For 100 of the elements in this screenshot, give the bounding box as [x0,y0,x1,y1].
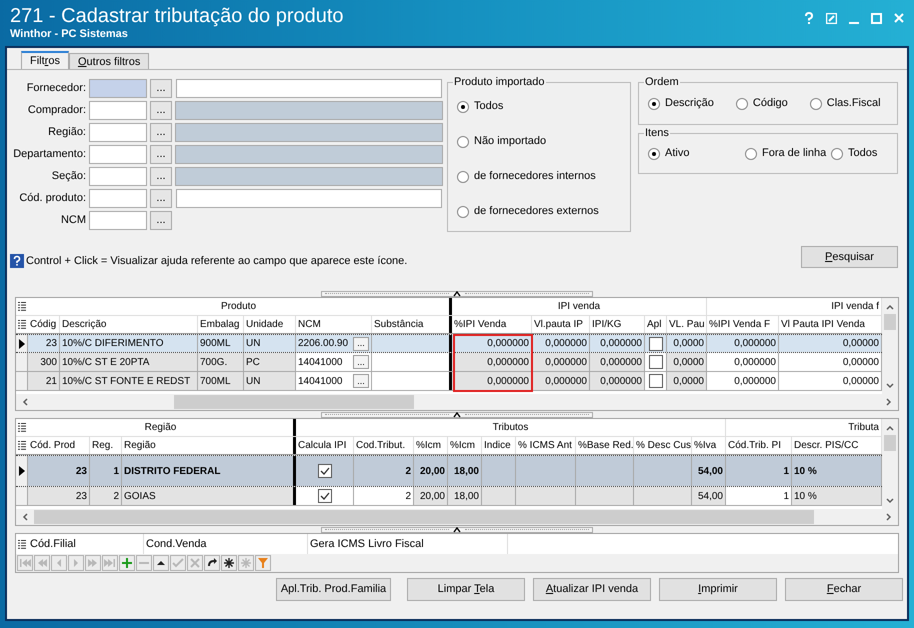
radio-button[interactable] [457,170,469,182]
column-header[interactable]: Cód. Prod [30,438,76,453]
column-chooser-icon[interactable] [18,423,26,432]
radio-button[interactable] [648,98,660,110]
horizontal-scrollbar[interactable] [16,509,898,525]
column-header[interactable]: %IPI Venda F [709,317,770,332]
column-header[interactable]: NCM [298,317,321,332]
table-row[interactable]: 23 2 GOIAS 2 20,00 18,00 54,00 1 10 % [16,487,882,506]
column-header[interactable]: Cód.Trib. PI [728,438,781,453]
code-field[interactable] [89,189,147,208]
column-header[interactable]: Descr. PIS/CC [794,438,858,453]
lookup-button[interactable]: ... [353,374,369,388]
column-header[interactable]: VL. Pau [669,317,705,332]
column-header[interactable]: Cod.Tribut. [356,438,406,453]
lookup-button[interactable]: ... [150,167,172,186]
action-button[interactable]: Atualizar IPI venda [533,578,651,601]
scroll-thumb[interactable] [34,510,814,524]
code-field[interactable] [89,79,147,98]
tab[interactable]: Filtros [21,51,69,69]
lookup-button[interactable]: ... [150,189,172,208]
action-button[interactable]: Imprimir [659,578,777,601]
column-header[interactable]: Região [124,438,156,453]
code-field[interactable] [89,145,147,164]
scroll-right-icon[interactable] [884,397,894,407]
radio-button[interactable] [810,98,822,110]
scroll-thumb[interactable] [884,314,896,330]
navigator-button[interactable] [204,555,220,571]
lookup-button[interactable]: ... [150,211,172,230]
scroll-left-icon[interactable] [20,397,30,407]
help-icon[interactable] [804,12,814,24]
description-field[interactable] [176,79,442,98]
vertical-scrollbar[interactable] [882,298,898,394]
tab[interactable]: Outros filtros [68,53,150,69]
scroll-thumb[interactable] [884,435,896,451]
checkbox[interactable] [318,464,332,478]
scroll-right-icon[interactable] [884,512,894,522]
lookup-button[interactable]: ... [150,123,172,142]
navigator-button[interactable] [221,555,237,571]
lookup-button[interactable]: ... [150,145,172,164]
radio-button[interactable] [457,100,469,112]
code-field[interactable] [89,101,147,120]
column-header[interactable]: Códig [30,317,56,332]
column-header[interactable]: %Icm [416,438,441,453]
search-button[interactable]: Pesquisar [801,246,898,268]
radio-button[interactable] [457,136,469,148]
action-button[interactable]: Apl.Trib. Prod.Familia [276,578,391,601]
splitter-handle[interactable] [321,526,593,532]
splitter-handle[interactable] [321,412,593,418]
column-chooser-icon[interactable] [18,441,26,450]
lookup-button[interactable]: ... [353,355,369,369]
column-header[interactable]: Reg. [92,438,114,453]
column-chooser-icon[interactable] [18,302,26,311]
column-header[interactable]: Calcula IPI [298,438,346,453]
code-field[interactable] [89,167,147,186]
row-header[interactable] [16,335,28,352]
radio-button[interactable] [831,148,843,160]
table-row[interactable]: 21 10%/C ST FONTE E REDST 700ML UN 14041000 ... 0,000000 0,000000 0,000000 0,0000 0,000000 0,00000 [16,372,882,391]
action-button[interactable]: Fechar [785,578,903,601]
column-header[interactable]: Cond.Venda [146,536,207,552]
code-field[interactable] [89,211,147,230]
scroll-up-icon[interactable] [885,423,895,433]
column-header[interactable]: IPI/KG [592,317,622,332]
checkbox[interactable] [648,374,662,388]
checkbox[interactable] [648,355,662,369]
navigator-button[interactable] [153,555,169,571]
column-header[interactable]: Indice [484,438,511,453]
horizontal-scrollbar[interactable] [16,394,898,410]
action-button[interactable]: Limpar Tela [407,578,525,601]
vertical-scrollbar[interactable] [882,419,898,509]
radio-button[interactable] [745,148,757,160]
column-header[interactable]: Gera ICMS Livro Fiscal [310,536,424,552]
column-header[interactable]: %Base Red. [578,438,633,453]
scroll-left-icon[interactable] [20,512,30,522]
description-field[interactable] [176,189,442,208]
checkbox[interactable] [648,336,662,350]
radio-button[interactable] [736,98,748,110]
column-header[interactable]: %Icm [450,438,475,453]
checkbox[interactable] [318,489,332,503]
column-header[interactable]: Embalag [200,317,240,332]
column-header[interactable]: Unidade [246,317,284,332]
column-header[interactable]: Cód.Filial [30,536,76,552]
column-chooser-icon[interactable] [18,320,26,329]
restore-icon[interactable] [826,12,837,24]
splitter-handle[interactable] [321,290,593,296]
column-chooser-icon[interactable] [18,540,26,548]
column-header[interactable]: %IPI Venda [454,317,506,332]
column-header[interactable]: % ICMS Ant [518,438,572,453]
maximize-icon[interactable] [871,12,882,24]
scroll-thumb[interactable] [174,395,414,409]
column-header[interactable]: Vl Pauta IPI Venda [781,317,865,332]
lookup-button[interactable]: ... [353,336,369,350]
lookup-button[interactable]: ... [150,79,172,98]
radio-button[interactable] [648,148,660,160]
close-icon[interactable] [894,13,904,23]
column-header[interactable]: Vl.pauta IP [534,317,583,332]
code-field[interactable] [89,123,147,142]
row-header[interactable] [16,456,28,486]
radio-button[interactable] [457,206,469,218]
scroll-up-icon[interactable] [885,302,895,312]
column-header[interactable]: %Iva [694,438,716,453]
